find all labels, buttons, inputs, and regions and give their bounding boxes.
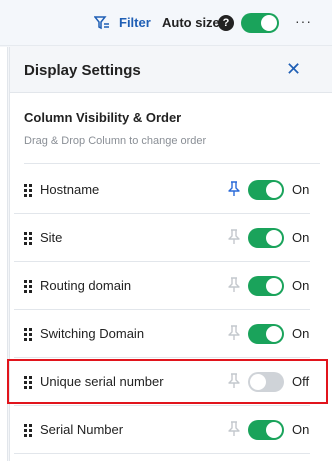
visibility-toggle[interactable]: [248, 180, 284, 200]
column-row[interactable]: Routing domain On: [9, 262, 332, 310]
pin-icon[interactable]: [227, 277, 241, 293]
pin-icon[interactable]: [227, 421, 241, 437]
top-toolbar: Filter Auto size ? ···: [0, 0, 332, 46]
toggle-state-label: On: [292, 230, 310, 245]
drag-handle-icon[interactable]: [24, 280, 32, 293]
toggle-knob: [250, 374, 266, 390]
section-title: Column Visibility & Order: [24, 110, 182, 125]
column-row[interactable]: Site On: [9, 214, 332, 262]
toggle-state-label: On: [292, 422, 310, 437]
visibility-toggle[interactable]: [248, 324, 284, 344]
column-label: Site: [40, 230, 63, 245]
drag-handle-icon[interactable]: [24, 184, 32, 197]
more-options-icon[interactable]: ···: [295, 13, 312, 29]
toggle-state-label: On: [292, 182, 310, 197]
toggle-state-label: Off: [292, 374, 310, 389]
autosize-label: Auto size: [162, 15, 220, 30]
visibility-toggle[interactable]: [248, 276, 284, 296]
toggle-knob: [266, 422, 282, 438]
visibility-toggle[interactable]: [248, 420, 284, 440]
row-divider: [14, 453, 310, 454]
column-label: Switching Domain: [40, 326, 145, 341]
pin-icon[interactable]: [227, 373, 241, 389]
section-subtitle: Drag & Drop Column to change order: [24, 135, 207, 147]
column-label: Hostname: [40, 182, 100, 197]
help-icon[interactable]: ?: [218, 15, 234, 31]
table-edge: [0, 47, 8, 461]
divider: [24, 163, 320, 164]
drag-handle-icon[interactable]: [24, 232, 32, 245]
close-icon[interactable]: ✕: [286, 59, 301, 80]
toggle-state-label: On: [292, 326, 310, 341]
pin-icon[interactable]: [227, 181, 241, 197]
visibility-toggle[interactable]: [248, 228, 284, 248]
toggle-knob: [266, 278, 282, 294]
drag-handle-icon[interactable]: [24, 328, 32, 341]
toggle-state-label: On: [292, 278, 310, 293]
autosize-toggle[interactable]: [241, 13, 279, 33]
column-row[interactable]: Switching Domain On: [9, 310, 332, 358]
column-label: Routing domain: [40, 278, 132, 293]
column-label: Serial Number: [40, 422, 124, 437]
toggle-knob: [261, 15, 277, 31]
toggle-knob: [266, 326, 282, 342]
column-row[interactable]: Hostname On: [9, 166, 332, 214]
toggle-knob: [266, 182, 282, 198]
filter-icon[interactable]: [94, 16, 110, 30]
drag-handle-icon[interactable]: [24, 376, 32, 389]
visibility-toggle[interactable]: [248, 372, 284, 392]
drag-handle-icon[interactable]: [24, 424, 32, 437]
panel-header: Display Settings ✕: [10, 47, 332, 93]
panel-title: Display Settings: [24, 62, 141, 79]
column-row[interactable]: Serial Number On: [9, 406, 332, 454]
column-row[interactable]: Unique serial number Off: [9, 358, 332, 406]
pin-icon[interactable]: [227, 229, 241, 245]
filter-button[interactable]: Filter: [119, 15, 151, 30]
toggle-knob: [266, 230, 282, 246]
column-label: Unique serial number: [40, 374, 164, 389]
pin-icon[interactable]: [227, 325, 241, 341]
